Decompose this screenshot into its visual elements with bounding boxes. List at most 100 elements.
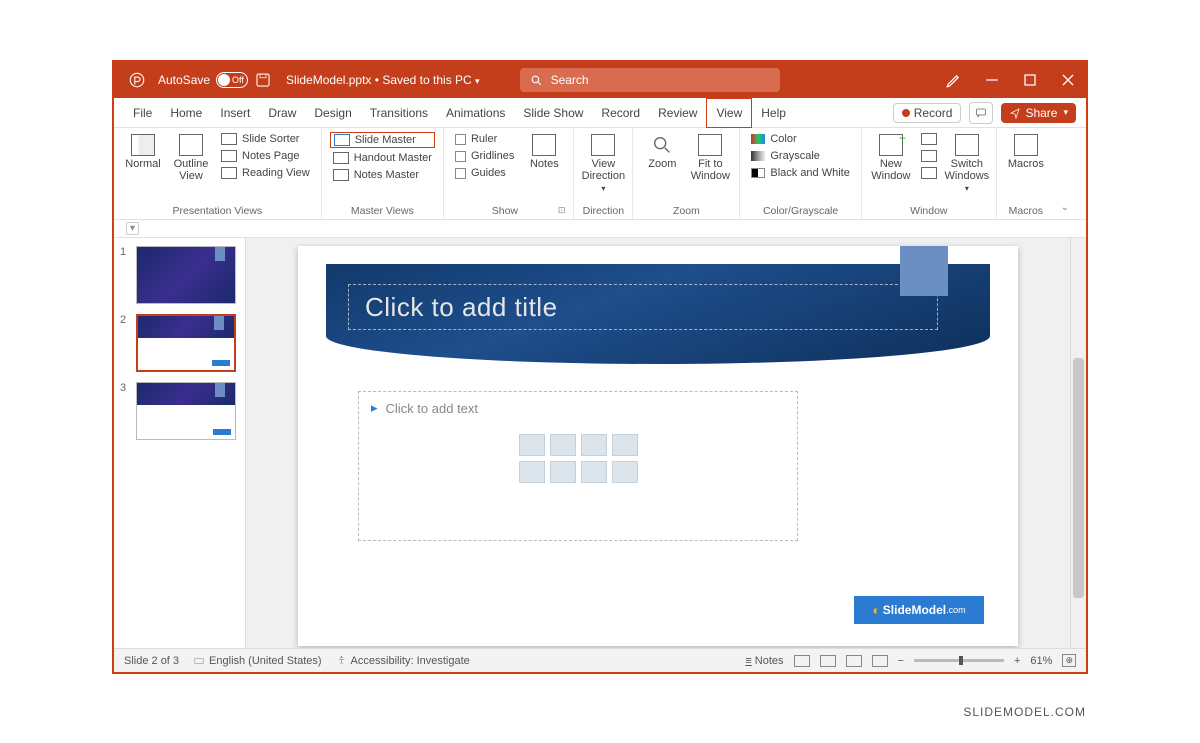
thumbnail-3[interactable] bbox=[136, 382, 236, 440]
statusbar: Slide 2 of 3 English (United States) Acc… bbox=[114, 648, 1086, 672]
thumbnail-1[interactable] bbox=[136, 246, 236, 304]
maximize-icon[interactable] bbox=[1020, 70, 1040, 90]
zoom-slider[interactable] bbox=[914, 659, 1004, 662]
slide-canvas[interactable]: Click to add title ▸Click to add text bbox=[246, 238, 1070, 648]
comments-button[interactable] bbox=[969, 102, 993, 124]
minimize-icon[interactable] bbox=[982, 70, 1002, 90]
tab-insert[interactable]: Insert bbox=[211, 98, 259, 128]
reading-view-button[interactable] bbox=[846, 655, 862, 667]
ribbon: Normal Outline View Slide Sorter Notes P… bbox=[114, 128, 1086, 220]
slide-sorter-button[interactable]: Slide Sorter bbox=[218, 132, 313, 146]
content-icons[interactable] bbox=[508, 434, 648, 483]
group-presentation-views: Normal Outline View Slide Sorter Notes P… bbox=[114, 128, 322, 219]
autosave-toggle[interactable]: AutoSave Off bbox=[158, 72, 248, 88]
collapse-ribbon-button[interactable]: ⌄ bbox=[1055, 128, 1075, 219]
slide-accent-tab bbox=[900, 246, 948, 296]
video-icon[interactable] bbox=[581, 461, 607, 483]
autosave-label: AutoSave bbox=[158, 73, 210, 87]
search-input[interactable]: Search bbox=[520, 68, 780, 92]
bw-button[interactable]: Black and White bbox=[748, 166, 852, 180]
tab-slideshow[interactable]: Slide Show bbox=[514, 98, 592, 128]
tab-view[interactable]: View bbox=[706, 98, 752, 128]
tab-home[interactable]: Home bbox=[161, 98, 211, 128]
accessibility-button[interactable]: Accessibility: Investigate bbox=[336, 655, 470, 667]
tab-animations[interactable]: Animations bbox=[437, 98, 514, 128]
color-button[interactable]: Color bbox=[748, 132, 852, 146]
body-placeholder[interactable]: ▸Click to add text bbox=[358, 391, 798, 541]
group-macros: Macros Macros bbox=[997, 128, 1055, 219]
slide: Click to add title ▸Click to add text bbox=[298, 246, 1018, 646]
slide-master-button[interactable]: Slide Master bbox=[330, 132, 435, 148]
normal-button[interactable]: Normal bbox=[122, 132, 164, 170]
tab-design[interactable]: Design bbox=[305, 98, 360, 128]
attribution: SLIDEMODEL.COM bbox=[963, 705, 1086, 719]
notes-button[interactable]: Notes bbox=[523, 132, 565, 170]
fit-button[interactable]: ⊕ bbox=[1062, 654, 1076, 667]
reading-view-button[interactable]: Reading View bbox=[218, 166, 313, 180]
handout-master-button[interactable]: Handout Master bbox=[330, 151, 435, 165]
group-show: Ruler Gridlines Guides Notes Show ⊡ bbox=[444, 128, 574, 219]
zoom-button[interactable]: Zoom bbox=[641, 132, 683, 170]
zoom-icon bbox=[650, 134, 674, 156]
online-picture-icon[interactable] bbox=[550, 461, 576, 483]
chart-icon[interactable] bbox=[550, 434, 576, 456]
slidemodel-logo: ◐SlideModel.com bbox=[854, 596, 984, 624]
slideshow-view-button[interactable] bbox=[872, 655, 888, 667]
group-master-views: Slide Master Handout Master Notes Master… bbox=[322, 128, 444, 219]
zoom-level[interactable]: 61% bbox=[1030, 655, 1052, 667]
slide-counter[interactable]: Slide 2 of 3 bbox=[124, 655, 179, 667]
notes-master-button[interactable]: Notes Master bbox=[330, 168, 435, 182]
thumbnail-panel: 1 2 3 bbox=[114, 238, 246, 648]
titlebar: AutoSave Off SlideModel.pptx • Saved to … bbox=[114, 62, 1086, 98]
zoom-out-button[interactable]: − bbox=[898, 655, 904, 667]
tab-help[interactable]: Help bbox=[752, 98, 795, 128]
pen-icon[interactable] bbox=[944, 70, 964, 90]
group-direction: View Direction▾ Direction bbox=[574, 128, 633, 219]
zoom-in-button[interactable]: + bbox=[1014, 655, 1020, 667]
qat-customize-button[interactable]: ▾ bbox=[126, 222, 139, 235]
save-icon[interactable] bbox=[254, 71, 272, 89]
arrange-all-button[interactable] bbox=[918, 132, 940, 146]
tab-transitions[interactable]: Transitions bbox=[361, 98, 437, 128]
share-icon bbox=[1009, 107, 1021, 119]
smartart-icon[interactable] bbox=[581, 434, 607, 456]
filename[interactable]: SlideModel.pptx • Saved to this PC ▾ bbox=[286, 73, 480, 87]
outline-view-button[interactable]: Outline View bbox=[170, 132, 212, 182]
view-direction-button[interactable]: View Direction▾ bbox=[582, 132, 624, 193]
grayscale-button[interactable]: Grayscale bbox=[748, 149, 852, 163]
title-placeholder[interactable]: Click to add title bbox=[348, 284, 938, 330]
cascade-button[interactable] bbox=[918, 149, 940, 163]
vertical-scrollbar[interactable] bbox=[1070, 238, 1086, 648]
powerpoint-icon bbox=[128, 71, 146, 89]
tab-file[interactable]: File bbox=[124, 98, 161, 128]
notes-toggle[interactable]: ≡Notes bbox=[745, 655, 783, 667]
notes-page-button[interactable]: Notes Page bbox=[218, 149, 313, 163]
3d-icon[interactable] bbox=[612, 434, 638, 456]
share-button[interactable]: Share▾ bbox=[1001, 103, 1076, 123]
guides-checkbox[interactable]: Guides bbox=[452, 166, 517, 180]
tab-review[interactable]: Review bbox=[649, 98, 706, 128]
new-window-button[interactable]: +New Window bbox=[870, 132, 912, 182]
app-window: AutoSave Off SlideModel.pptx • Saved to … bbox=[112, 60, 1088, 674]
close-icon[interactable] bbox=[1058, 70, 1078, 90]
picture-icon[interactable] bbox=[519, 461, 545, 483]
sorter-view-button[interactable] bbox=[820, 655, 836, 667]
switch-windows-button[interactable]: Switch Windows▾ bbox=[946, 132, 988, 193]
group-window: +New Window Switch Windows▾ Window bbox=[862, 128, 997, 219]
fit-window-button[interactable]: Fit to Window bbox=[689, 132, 731, 182]
group-zoom: Zoom Fit to Window Zoom bbox=[633, 128, 740, 219]
search-icon bbox=[530, 74, 543, 87]
language-button[interactable]: English (United States) bbox=[193, 655, 322, 667]
tab-record[interactable]: Record bbox=[592, 98, 649, 128]
icons-icon[interactable] bbox=[612, 461, 638, 483]
thumbnail-2[interactable] bbox=[136, 314, 236, 372]
gridlines-checkbox[interactable]: Gridlines bbox=[452, 149, 517, 163]
group-color: Color Grayscale Black and White Color/Gr… bbox=[740, 128, 861, 219]
table-icon[interactable] bbox=[519, 434, 545, 456]
tab-draw[interactable]: Draw bbox=[259, 98, 305, 128]
macros-button[interactable]: Macros bbox=[1005, 132, 1047, 170]
ruler-checkbox[interactable]: Ruler bbox=[452, 132, 517, 146]
move-split-button[interactable] bbox=[918, 166, 940, 180]
record-button[interactable]: Record bbox=[893, 103, 962, 123]
normal-view-button[interactable] bbox=[794, 655, 810, 667]
